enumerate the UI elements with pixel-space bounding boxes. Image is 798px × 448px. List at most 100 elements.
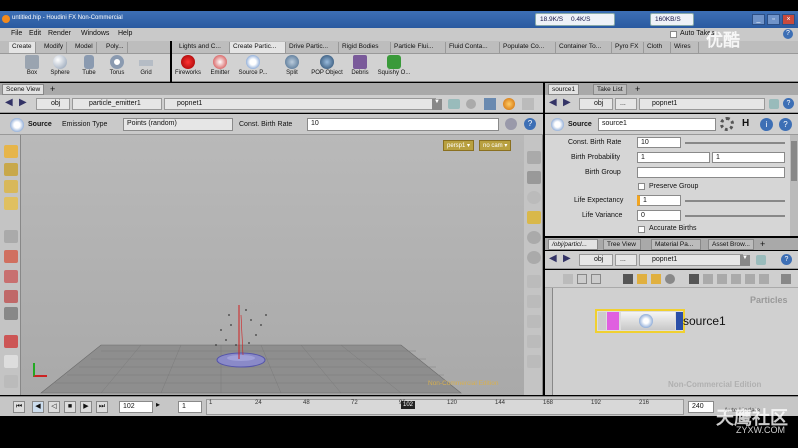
param-scroll-thumb[interactable] bbox=[791, 141, 797, 181]
net-tool-3-icon[interactable] bbox=[591, 274, 601, 284]
shelf-tab-create[interactable]: Create bbox=[9, 42, 36, 53]
path-seg-emitter[interactable]: particle_emitter1 bbox=[72, 98, 162, 110]
tab-asset-browser[interactable]: Asset Brow... bbox=[708, 239, 754, 250]
net-tool-5-icon[interactable] bbox=[637, 274, 647, 284]
net-tool-1-icon[interactable] bbox=[563, 274, 573, 284]
link-icon[interactable] bbox=[448, 99, 460, 109]
shelf-tab-drive-particles[interactable]: Drive Partic... bbox=[286, 42, 339, 53]
display-option-11-icon[interactable] bbox=[527, 355, 541, 368]
display-option-5-icon[interactable] bbox=[527, 231, 541, 244]
scale-tool-icon[interactable] bbox=[4, 197, 18, 210]
frame-stepper-icon[interactable]: ▸ bbox=[156, 400, 160, 409]
net-tool-9-icon[interactable] bbox=[703, 274, 713, 284]
path-seg-obj[interactable]: obj bbox=[36, 98, 70, 110]
param-scrollbar[interactable] bbox=[790, 135, 798, 236]
add-param-tab-icon[interactable]: + bbox=[635, 84, 640, 94]
back-arrow-icon[interactable]: ◀ bbox=[5, 97, 13, 108]
param-life-expectancy-input[interactable]: 1 bbox=[637, 195, 681, 206]
display-option-9-icon[interactable] bbox=[527, 315, 541, 328]
param-life-variance-slider[interactable] bbox=[685, 215, 785, 217]
shelf-tab-rigid-bodies[interactable]: Rigid Bodies bbox=[339, 42, 391, 53]
stop-button[interactable]: ■ bbox=[64, 401, 76, 413]
play-reverse-button[interactable]: ◁ bbox=[48, 401, 60, 413]
add-tab-icon[interactable]: + bbox=[50, 84, 55, 94]
hda-icon[interactable]: H bbox=[742, 118, 749, 129]
tab-network[interactable]: /obj/particl... bbox=[548, 239, 598, 250]
gear-icon[interactable] bbox=[720, 117, 734, 131]
pin-icon[interactable] bbox=[466, 99, 476, 109]
path-dropdown-icon[interactable]: ▼ bbox=[432, 99, 442, 110]
translate-tool-icon[interactable] bbox=[4, 163, 18, 176]
network-path-popnet[interactable]: popnet1 bbox=[639, 254, 743, 266]
light-tool-icon[interactable] bbox=[4, 355, 18, 368]
scene-birth-rate-input[interactable]: 10 bbox=[307, 118, 499, 131]
shelf-tab-cloth[interactable]: Cloth bbox=[644, 42, 671, 53]
param-birth-rate-slider[interactable] bbox=[685, 142, 785, 144]
play-button[interactable]: ▶ bbox=[80, 401, 92, 413]
tool-options-icon[interactable] bbox=[505, 118, 517, 130]
auto-takes-checkbox[interactable] bbox=[670, 31, 677, 38]
param-link-icon[interactable] bbox=[769, 99, 779, 109]
network-editor[interactable]: Particles source1 Non-Commercial Edition bbox=[553, 288, 798, 395]
net-tool-13-icon[interactable] bbox=[759, 274, 769, 284]
tab-source1[interactable]: source1 bbox=[548, 84, 580, 95]
shelf-tab-container-tools[interactable]: Container To... bbox=[556, 42, 612, 53]
param-birth-prob-input-2[interactable]: 1 bbox=[712, 152, 785, 163]
param-birth-prob-input-1[interactable]: 1 bbox=[637, 152, 710, 163]
net-tool-11-icon[interactable] bbox=[731, 274, 741, 284]
shelf-tool-squishy[interactable]: Squishy O... bbox=[376, 55, 412, 76]
menu-help[interactable]: Help bbox=[118, 30, 132, 37]
source1-node[interactable] bbox=[595, 309, 685, 333]
shelf-tool-source-particles[interactable]: Source P... bbox=[238, 55, 268, 76]
param-life-variance-input[interactable]: 0 bbox=[637, 210, 681, 221]
step-back-button[interactable]: ◀ bbox=[32, 401, 44, 413]
shelf-tab-wires[interactable]: Wires bbox=[671, 42, 699, 53]
param-help-icon[interactable]: ? bbox=[783, 98, 794, 109]
emission-type-select[interactable]: Points (random) bbox=[123, 118, 233, 131]
render-icon[interactable] bbox=[503, 98, 515, 110]
net-tool-7-icon[interactable] bbox=[665, 274, 675, 284]
net-tool-12-icon[interactable] bbox=[745, 274, 755, 284]
start-frame-input[interactable]: 1 bbox=[178, 401, 202, 413]
cube-view-icon[interactable] bbox=[484, 98, 496, 110]
net-tool-4-icon[interactable] bbox=[623, 274, 633, 284]
net-tool-10-icon[interactable] bbox=[717, 274, 727, 284]
param-path-obj[interactable]: obj bbox=[579, 98, 613, 110]
display-option-4-icon[interactable] bbox=[527, 211, 541, 224]
shelf-tab-modify[interactable]: Modify bbox=[41, 42, 68, 53]
shelf-tab-create-particles[interactable]: Create Partic... bbox=[230, 42, 286, 53]
tab-scene-view[interactable]: Scene View bbox=[2, 84, 45, 95]
param-life-expectancy-slider[interactable] bbox=[685, 200, 785, 202]
net-tool-2-icon[interactable] bbox=[577, 274, 587, 284]
shelf-tool-pop-object[interactable]: POP Object bbox=[310, 55, 344, 76]
param-back-icon[interactable]: ◀ bbox=[549, 97, 557, 108]
shelf-tab-fluid-containers[interactable]: Fluid Conta... bbox=[446, 42, 500, 53]
shelf-tool-sphere[interactable]: Sphere bbox=[45, 55, 75, 76]
shelf-tab-pyro-fx[interactable]: Pyro FX bbox=[612, 42, 644, 53]
shelf-tool-grid[interactable]: Grid bbox=[131, 55, 161, 76]
path-seg-popnet[interactable]: popnet1 bbox=[164, 98, 436, 110]
select-tool-icon[interactable] bbox=[4, 145, 18, 158]
shelf-tab-particle-fluids[interactable]: Particle Flui... bbox=[391, 42, 446, 53]
menu-windows[interactable]: Windows bbox=[81, 30, 109, 37]
shelf-tool-split[interactable]: Split bbox=[277, 55, 307, 76]
snap-tool-icon[interactable] bbox=[4, 307, 18, 320]
display-option-1-icon[interactable] bbox=[527, 151, 541, 164]
shelf-tool-fireworks[interactable]: Fireworks bbox=[173, 55, 203, 76]
maximize-button[interactable]: ▫ bbox=[767, 14, 780, 25]
shelf-tool-box[interactable]: Box bbox=[17, 55, 47, 76]
param-forward-icon[interactable]: ▶ bbox=[563, 97, 571, 108]
camera-tool-icon[interactable] bbox=[4, 375, 18, 388]
render-region-icon[interactable] bbox=[4, 335, 18, 348]
display-menu[interactable]: no cam ▾ bbox=[479, 140, 512, 151]
playhead[interactable]: 102 bbox=[401, 401, 416, 409]
tab-material-palette[interactable]: Material Pa... bbox=[651, 239, 701, 250]
current-frame-input[interactable]: 102 bbox=[119, 401, 153, 413]
network-forward-icon[interactable]: ▶ bbox=[563, 253, 571, 264]
end-frame-input[interactable]: 240 bbox=[688, 401, 714, 413]
frame-ruler[interactable]: 1 24 48 72 96 120 144 168 192 216 102 bbox=[206, 399, 684, 415]
menu-render[interactable]: Render bbox=[48, 30, 71, 37]
display-option-6-icon[interactable] bbox=[527, 251, 541, 264]
shelf-tab-lights[interactable]: Lights and C... bbox=[176, 42, 230, 53]
tab-tree-view[interactable]: Tree View bbox=[603, 239, 641, 250]
